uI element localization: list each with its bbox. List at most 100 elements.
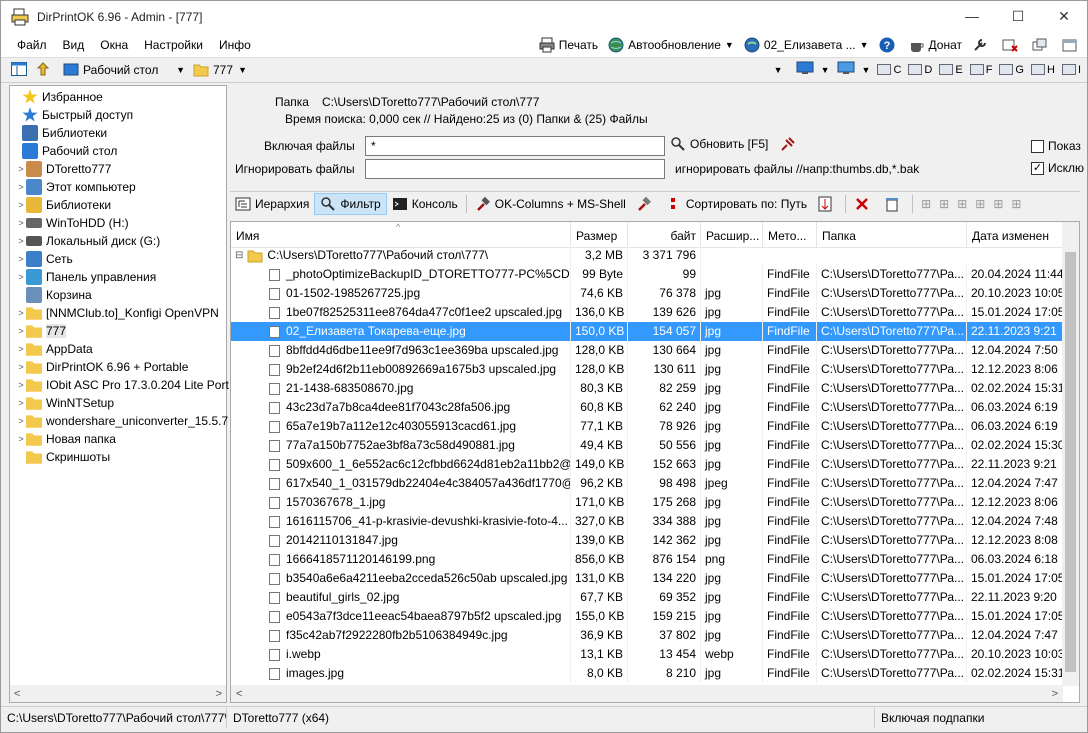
tree-item[interactable]: > Библиотеки	[16, 196, 111, 214]
tree-item[interactable]: > Панель управления	[16, 268, 156, 286]
tree-item[interactable]: > WinNTSetup	[16, 394, 114, 412]
menu-info[interactable]: Инфо	[211, 38, 259, 52]
menu-view[interactable]: Вид	[55, 38, 93, 52]
expand-chevron-icon[interactable]: >	[16, 164, 26, 174]
column-header-name[interactable]: ^ Имя	[231, 222, 571, 248]
menu-windows[interactable]: Окна	[92, 38, 136, 52]
tools-button[interactable]	[967, 37, 997, 53]
table-row[interactable]: 01-1502-1985267725.jpg 74,6 KB 76 378 jpg Fi…	[231, 284, 1063, 303]
table-row[interactable]: 02_Елизавета Токарева-еще.jpg 150,0 KB 154…	[231, 322, 1063, 341]
scroll-left-icon[interactable]: <	[14, 688, 20, 700]
drive-i[interactable]: I	[1061, 64, 1081, 76]
cascade-button[interactable]	[1027, 37, 1057, 53]
drive-f[interactable]: F	[969, 64, 992, 76]
table-row[interactable]: 509x600_1_6e552ac6c12cfbbd6624d81eb2a11b…	[231, 455, 1063, 474]
profile-dropdown[interactable]: 02_Елизавета ... ▼	[739, 37, 874, 53]
tree-item[interactable]: > Локальный диск (G:)	[16, 232, 160, 250]
help-button[interactable]: ?	[874, 37, 904, 53]
drive-e[interactable]: E	[939, 64, 963, 76]
level-2-icon[interactable]: ⊞	[939, 197, 949, 211]
table-row[interactable]: _photoOptimizeBackupID_DTORETTO777-PC%5C…	[231, 265, 1063, 284]
table-row[interactable]: 21-1438-683508670.jpg 80,3 KB 82 259 jpg Fin…	[231, 379, 1063, 398]
expand-chevron-icon[interactable]: >	[16, 218, 26, 228]
exclude-checkbox[interactable]: ✓ Исклю	[1031, 161, 1084, 175]
scrollbar-thumb[interactable]	[1065, 252, 1076, 672]
donate-button[interactable]: Донат	[904, 37, 967, 53]
level-6-icon[interactable]: ⊞	[1011, 197, 1021, 211]
update-button[interactable]: Обновить [F5]	[670, 136, 768, 152]
tree-item[interactable]: Библиотеки	[12, 124, 107, 142]
expand-chevron-icon[interactable]: >	[16, 182, 26, 192]
chevron-down-icon[interactable]: ▼	[774, 65, 783, 75]
tree-item[interactable]: > [NNMClub.to]_Konfigi OpenVPN	[16, 304, 218, 322]
new-window-button[interactable]	[1057, 37, 1087, 53]
sort-toggle-button[interactable]	[812, 193, 842, 215]
expand-chevron-icon[interactable]: >	[16, 416, 26, 426]
show-checkbox[interactable]: Показ	[1031, 139, 1081, 153]
scroll-left-icon[interactable]: <	[236, 688, 242, 700]
expand-chevron-icon[interactable]: >	[16, 254, 26, 264]
column-header-bytes[interactable]: байт	[628, 222, 701, 248]
drive-g[interactable]: G	[999, 64, 1024, 76]
column-header-ext[interactable]: Расшир...	[701, 222, 763, 248]
folder-tree[interactable]: Избранное Быстрый доступ Библиотеки Рабочий…	[9, 85, 229, 703]
expand-chevron-icon[interactable]: >	[16, 362, 26, 372]
drive-d[interactable]: D	[908, 64, 932, 76]
table-horizontal-scrollbar[interactable]: < >	[231, 685, 1063, 702]
table-row[interactable]: 43c23d7a7b8ca4dee81f7043c28fa506.jpg 60,8…	[231, 398, 1063, 417]
columns-settings-button[interactable]	[631, 193, 661, 215]
expand-chevron-icon[interactable]: >	[16, 200, 26, 210]
tree-item[interactable]: > WinToHDD (H:)	[16, 214, 128, 232]
tree-item[interactable]: > IObit ASC Pro 17.3.0.204 Lite Port	[16, 376, 228, 394]
level-3-icon[interactable]: ⊞	[957, 197, 967, 211]
tree-item[interactable]: >777	[16, 322, 67, 340]
table-row[interactable]: 1be07f82525311ee8764da477c0f1ee2 upscale…	[231, 303, 1063, 322]
table-row[interactable]: e0543a7f3dce11eeac54baea8797b5f2 upscale…	[231, 607, 1063, 626]
expand-chevron-icon[interactable]: >	[16, 398, 26, 408]
folder-combo[interactable]: 777 ▼	[189, 60, 251, 80]
expand-chevron-icon[interactable]: >	[16, 344, 26, 354]
level-4-icon[interactable]: ⊞	[975, 197, 985, 211]
up-folder-icon[interactable]	[35, 61, 51, 80]
monitor-icon[interactable]	[837, 61, 855, 78]
clear-button[interactable]	[849, 193, 879, 215]
tree-item[interactable]: Корзина	[16, 286, 92, 304]
tree-item[interactable]: Скриншоты	[16, 448, 110, 466]
table-row[interactable]: images.jpg 8,0 KB 8 210 jpg FindFile C:\Users…	[231, 664, 1063, 683]
table-row[interactable]: 1570367678_1.jpg 171,0 KB 175 268 jpg FindFi…	[231, 493, 1063, 512]
expand-chevron-icon[interactable]: >	[16, 236, 26, 246]
tree-item[interactable]: > Сеть	[16, 250, 73, 268]
ignore-files-input[interactable]	[365, 159, 665, 179]
table-row[interactable]: 1616115706_41-p-krasivie-devushki-krasiv…	[231, 512, 1063, 531]
close-button[interactable]: ✕	[1041, 1, 1087, 31]
filter-button[interactable]: Фильтр	[314, 192, 387, 215]
tree-item[interactable]: Рабочий стол	[12, 142, 117, 160]
expand-chevron-icon[interactable]: >	[16, 326, 26, 336]
maximize-button[interactable]: ☐	[995, 1, 1041, 31]
table-row[interactable]: 77a7a150b7752ae3bf8a73c58d490881.jpg 49,4…	[231, 436, 1063, 455]
title-bar[interactable]: DirPrintOK 6.96 - Admin - [777] — ☐ ✕	[1, 1, 1087, 33]
table-row[interactable]: i.webp 13,1 KB 13 454 webp FindFile C:\Users\…	[231, 645, 1063, 664]
expand-chevron-icon[interactable]: >	[16, 434, 26, 444]
table-row[interactable]: beautiful_girls_02.jpg 67,7 KB 69 352 jpg Fi…	[231, 588, 1063, 607]
tree-item[interactable]: > DirPrintOK 6.96 + Portable	[16, 358, 188, 376]
collapse-icon[interactable]: ⊟	[235, 246, 243, 265]
scroll-right-icon[interactable]: >	[216, 688, 222, 700]
table-row[interactable]: 1666418571120146199.png 856,0 KB 876 154 pn…	[231, 550, 1063, 569]
expand-chevron-icon[interactable]: >	[16, 380, 26, 390]
level-1-icon[interactable]: ⊞	[921, 197, 931, 211]
table-row[interactable]: b3540a6e6a4211eeba2cceda526c50ab upscale…	[231, 569, 1063, 588]
table-row[interactable]: f35c42ab7f2922280fb2b5106384949c.jpg 36,9…	[231, 626, 1063, 645]
console-button[interactable]: Консоль	[387, 193, 463, 215]
drive-h[interactable]: H	[1030, 64, 1055, 76]
tree-item[interactable]: > wondershare_uniconverter_15.5.7	[16, 412, 228, 430]
drive-c[interactable]: C	[877, 64, 901, 76]
monitor-icon[interactable]	[796, 61, 814, 78]
menu-file[interactable]: Файл	[9, 38, 55, 52]
root-folder-row[interactable]: ⊟ C:\Users\DToretto777\Рабочий стол\777\…	[231, 246, 1063, 265]
print-button[interactable]: Печать	[534, 37, 603, 53]
tree-item[interactable]: Избранное	[12, 88, 103, 106]
tree-item[interactable]: > Новая папка	[16, 430, 116, 448]
close-all-button[interactable]	[997, 37, 1027, 53]
location-combo[interactable]: Рабочий стол ▼	[59, 60, 189, 80]
